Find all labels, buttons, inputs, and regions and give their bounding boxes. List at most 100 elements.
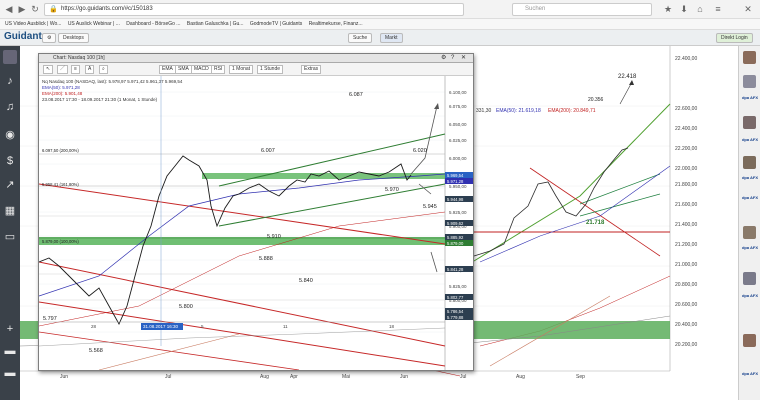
- search-input[interactable]: Suchen: [512, 3, 652, 16]
- dollar-icon[interactable]: $: [3, 154, 17, 168]
- price-tag: 5.885,92: [447, 235, 464, 240]
- ema-button[interactable]: EMA: [159, 65, 176, 74]
- avatar[interactable]: [743, 272, 756, 285]
- eye-icon[interactable]: ◉: [3, 128, 17, 142]
- chart-info-line: Nq Nasdaq 100 (NASDAQ, last): 5.978,97 5…: [42, 79, 183, 84]
- forward-icon[interactable]: ▶: [16, 3, 28, 15]
- price-tag: 5.971,28: [447, 179, 464, 184]
- bookmark-item[interactable]: GodmodeTV | Guidants: [250, 21, 302, 27]
- nasdaq-chart[interactable]: Nq Nasdaq 100 (NASDAQ, last): 5.978,97 5…: [39, 76, 473, 370]
- text-tool-icon[interactable]: A: [85, 65, 95, 74]
- y-tick: 5.825,00: [449, 284, 467, 289]
- y-tick: 6.050,00: [449, 122, 467, 127]
- avatar[interactable]: [3, 50, 17, 64]
- menu-icon[interactable]: ≡: [712, 3, 724, 15]
- guidants-logo: Guidants: [4, 31, 48, 42]
- sma-button[interactable]: SMA: [175, 65, 192, 74]
- fib-tool-icon[interactable]: ≡: [71, 65, 80, 74]
- bookmark-item[interactable]: US Video Ausblick | Wo...: [5, 21, 61, 27]
- avatar[interactable]: [743, 226, 756, 239]
- macd-button[interactable]: MACD: [191, 65, 212, 74]
- level-label: 6.087: [349, 92, 363, 98]
- x-tick: 18: [389, 324, 395, 329]
- downloads-icon[interactable]: ⬇: [678, 3, 690, 15]
- help-icon[interactable]: ?: [451, 54, 454, 63]
- zoom-tool-icon[interactable]: ⌕: [99, 65, 108, 74]
- bookmark-item[interactable]: Realtimekurse, Finanz...: [309, 21, 363, 27]
- settings-icon[interactable]: ⚙: [441, 54, 446, 63]
- avatar[interactable]: [743, 156, 756, 169]
- avatar[interactable]: [743, 116, 756, 129]
- bookmark-item[interactable]: Dashboard - BörseGo ...: [126, 21, 180, 27]
- x-tick: 28: [91, 324, 97, 329]
- level-label: 5.840: [299, 278, 313, 284]
- news-badge[interactable]: dpa AFX: [741, 176, 759, 180]
- y-tick: 6.000,00: [449, 156, 467, 161]
- news-badge[interactable]: dpa AFX: [741, 196, 759, 200]
- news-badge[interactable]: dpa AFX: [741, 246, 759, 250]
- interval-select[interactable]: 1 Stunde: [257, 65, 284, 74]
- draw-tool-icon[interactable]: ／: [57, 65, 69, 74]
- bookmark-item[interactable]: Bastian Galuschka | Gu...: [187, 21, 244, 27]
- reload-icon[interactable]: ↻: [29, 3, 41, 15]
- price-tag: 5.944,98: [447, 197, 464, 202]
- period-select[interactable]: 1 Monat: [229, 65, 254, 74]
- crosshair-date: 31.08.2017 16:30: [143, 324, 179, 329]
- x-tick: Mai: [342, 374, 350, 380]
- speech-icon[interactable]: ▭: [3, 230, 17, 244]
- ema200-line: [39, 211, 446, 327]
- window-close-icon[interactable]: ✕: [742, 3, 754, 15]
- news-badge[interactable]: dpa AFX: [741, 138, 759, 142]
- calendar-icon[interactable]: ▦: [3, 204, 17, 218]
- y-tick: 22.400,00: [675, 56, 697, 62]
- ema200-label: EMA(200): 5.901,48: [42, 91, 83, 96]
- main-ema200-label: EMA(200): 20.849,71: [548, 108, 596, 114]
- y-tick: 22.000,00: [675, 166, 697, 172]
- desktops-button[interactable]: Desktops: [58, 33, 89, 43]
- downtrend-line: [39, 261, 446, 347]
- chart-icon[interactable]: ↗: [3, 178, 17, 192]
- news-badge[interactable]: dpa AFX: [741, 372, 759, 376]
- folder-icon[interactable]: ▬: [3, 366, 17, 380]
- level-label: 6.007: [261, 148, 275, 154]
- close-icon[interactable]: ✕: [461, 54, 466, 63]
- markt-button[interactable]: Markt: [380, 33, 403, 43]
- sound-icon[interactable]: ♫: [3, 100, 17, 114]
- desktop-settings-icon[interactable]: ⚙: [42, 33, 57, 43]
- bell-icon[interactable]: ♪: [3, 74, 17, 88]
- url-bar[interactable]: 🔒 https://go.guidants.com/#c/150183: [44, 3, 464, 16]
- folder-icon[interactable]: ▬: [3, 344, 17, 358]
- extras-menu[interactable]: Extras: [301, 65, 322, 74]
- bookmark-item[interactable]: US Auslick Webinar | ...: [68, 21, 120, 27]
- cursor-tool-icon[interactable]: ↖: [43, 65, 54, 74]
- rsi-button[interactable]: RSI: [211, 65, 226, 74]
- avatar[interactable]: [743, 51, 756, 64]
- fib-label: 5.958,41 (161,80%): [42, 182, 79, 187]
- chart-window-titlebar[interactable]: Chart: Nasdaq 100 [1h] ⚙ ? ✕: [39, 54, 473, 63]
- chart-range-label: 23.08.2017 17:30 - 18.09.2017 21:30 (1 M…: [42, 97, 158, 102]
- add-icon[interactable]: +: [3, 322, 17, 336]
- price-tag: 5.802,77: [447, 295, 464, 300]
- back-icon[interactable]: ◀: [3, 3, 15, 15]
- y-tick: 22.400,00: [675, 126, 697, 132]
- x-tick: Jul: [165, 374, 171, 380]
- news-badge[interactable]: dpa AFX: [741, 96, 759, 100]
- nasdaq-chart-window[interactable]: Chart: Nasdaq 100 [1h] ⚙ ? ✕ ↖ ／ ≡ A ⌕ E…: [38, 53, 474, 371]
- downtrend-line: [39, 301, 446, 367]
- y-tick: 20.200,00: [675, 342, 697, 348]
- y-tick: 20.400,00: [675, 322, 697, 328]
- home-icon[interactable]: ⌂: [694, 3, 706, 15]
- avatar[interactable]: [743, 334, 756, 347]
- suche-button[interactable]: Suche: [348, 33, 373, 43]
- fib-label: 5.879,00 (100,00%): [42, 239, 79, 244]
- x-tick: Aug: [260, 374, 269, 380]
- price-tag: 5.779,88: [447, 315, 464, 320]
- news-badge[interactable]: dpa AFX: [741, 294, 759, 298]
- app-header: Guidants ⚙ Desktops Suche Markt Direkt L…: [0, 30, 760, 46]
- avatar[interactable]: [743, 75, 756, 88]
- level-label: 21.718: [586, 220, 605, 226]
- direct-login-button[interactable]: Direkt Login: [716, 33, 753, 43]
- bookmark-star-icon[interactable]: ★: [662, 3, 674, 15]
- y-tick: 21.600,00: [675, 202, 697, 208]
- bookmarks-bar: US Video Ausblick | Wo... US Auslick Web…: [0, 19, 760, 30]
